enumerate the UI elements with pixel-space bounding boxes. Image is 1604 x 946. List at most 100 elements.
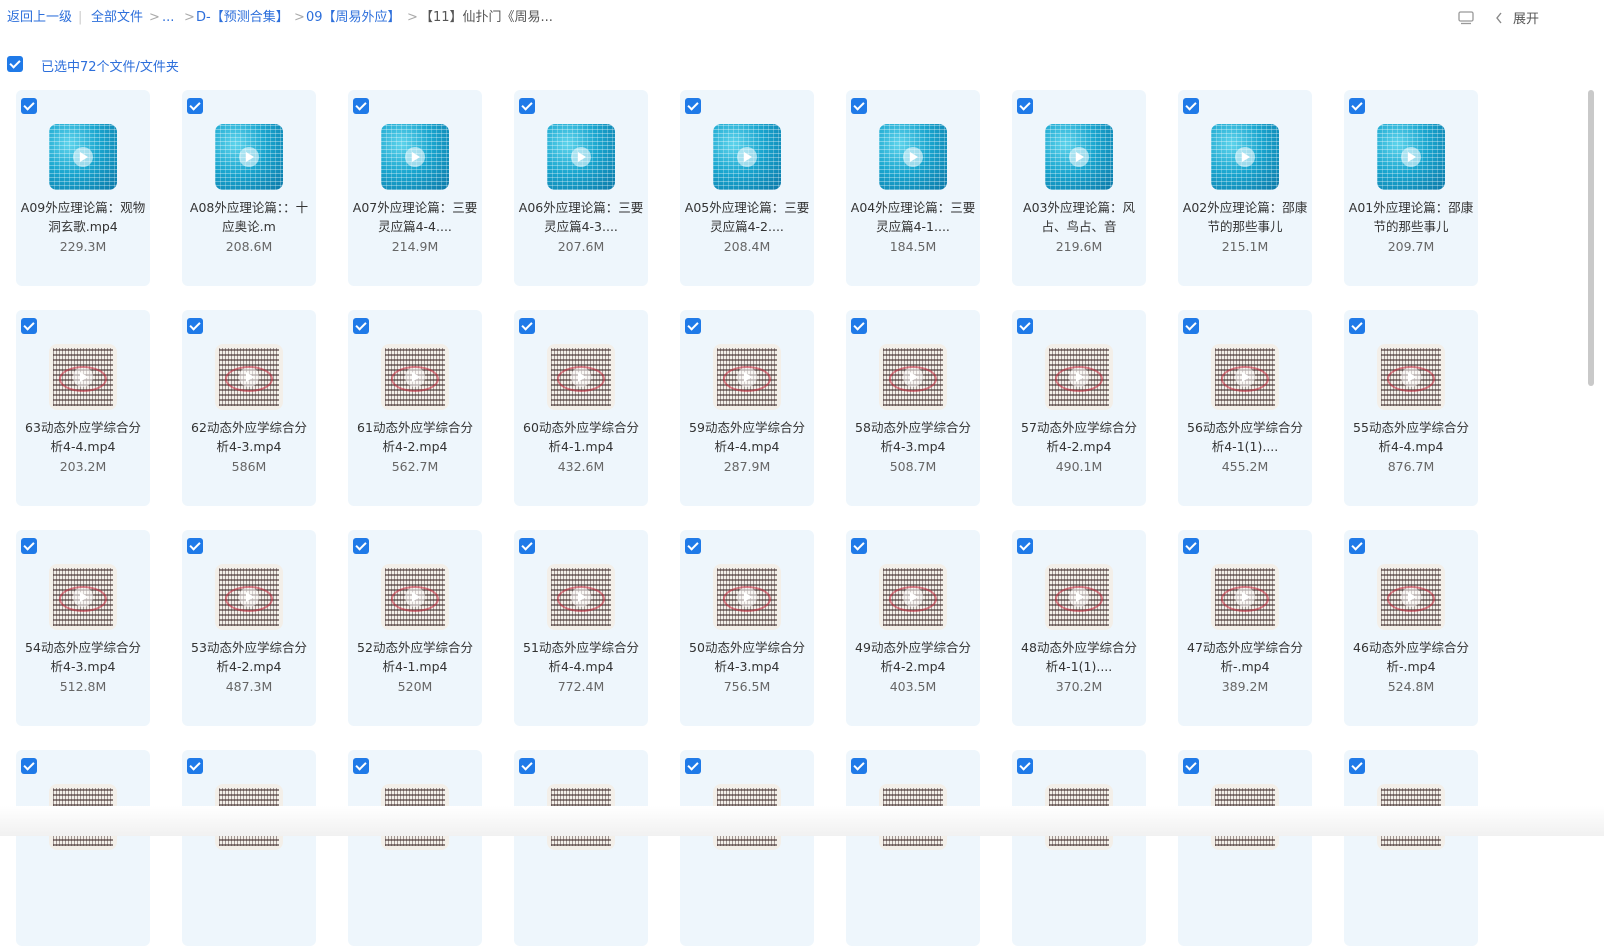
file-card[interactable]: [680, 750, 814, 946]
file-checkbox[interactable]: [1183, 318, 1199, 334]
file-card[interactable]: A01外应理论篇：邵康节的那些事儿 209.7M: [1344, 90, 1478, 286]
file-card[interactable]: [1178, 750, 1312, 946]
file-checkbox[interactable]: [21, 318, 37, 334]
file-card[interactable]: 60动态外应学综合分析4-1.mp4 432.6M: [514, 310, 648, 506]
file-card[interactable]: 49动态外应学综合分析4-2.mp4 403.5M: [846, 530, 980, 726]
file-checkbox[interactable]: [685, 758, 701, 774]
file-checkbox[interactable]: [353, 98, 369, 114]
file-card[interactable]: 46动态外应学综合分析-.mp4 524.8M: [1344, 530, 1478, 726]
file-checkbox[interactable]: [851, 98, 867, 114]
scrollbar[interactable]: [1588, 90, 1594, 386]
file-checkbox[interactable]: [519, 758, 535, 774]
file-card[interactable]: 59动态外应学综合分析4-4.mp4 287.9M: [680, 310, 814, 506]
file-checkbox[interactable]: [1017, 538, 1033, 554]
expand-button[interactable]: 展开: [1513, 8, 1539, 27]
file-checkbox[interactable]: [1183, 538, 1199, 554]
document-thumbnail: [381, 344, 449, 410]
file-card[interactable]: 53动态外应学综合分析4-2.mp4 487.3M: [182, 530, 316, 726]
file-size: 219.6M: [1055, 239, 1103, 254]
file-card[interactable]: A05外应理论篇：三要灵应篇4-2.... 208.4M: [680, 90, 814, 286]
select-all-checkbox[interactable]: [7, 56, 23, 72]
file-checkbox[interactable]: [519, 538, 535, 554]
breadcrumb-all-files[interactable]: 全部文件: [91, 10, 143, 26]
file-checkbox[interactable]: [851, 758, 867, 774]
list-view-icon[interactable]: [1458, 10, 1474, 25]
file-checkbox[interactable]: [519, 98, 535, 114]
file-name: A05外应理论篇：三要灵应篇4-2....: [684, 200, 810, 234]
document-thumbnail: [381, 564, 449, 630]
breadcrumb-folder-zhouyi[interactable]: 09【周易外应】: [306, 10, 401, 26]
file-checkbox[interactable]: [1349, 318, 1365, 334]
file-card[interactable]: A02外应理论篇：邵康节的那些事儿 215.1M: [1178, 90, 1312, 286]
file-checkbox[interactable]: [1349, 98, 1365, 114]
breadcrumb-folder-prediction[interactable]: D-【预测合集】: [196, 10, 289, 26]
file-card[interactable]: [182, 750, 316, 946]
document-thumbnail: [1377, 344, 1445, 410]
file-checkbox[interactable]: [21, 98, 37, 114]
file-card[interactable]: A04外应理论篇：三要灵应篇4-1.... 184.5M: [846, 90, 980, 286]
file-checkbox[interactable]: [1349, 538, 1365, 554]
file-checkbox[interactable]: [851, 538, 867, 554]
file-card[interactable]: 55动态外应学综合分析4-4.mp4 876.7M: [1344, 310, 1478, 506]
file-name: 53动态外应学综合分析4-2.mp4: [191, 640, 307, 674]
file-checkbox[interactable]: [187, 538, 203, 554]
file-card[interactable]: [514, 750, 648, 946]
file-card[interactable]: 52动态外应学综合分析4-1.mp4 520M: [348, 530, 482, 726]
file-size: 389.2M: [1221, 679, 1269, 694]
file-card[interactable]: 50动态外应学综合分析4-3.mp4 756.5M: [680, 530, 814, 726]
file-card[interactable]: 54动态外应学综合分析4-3.mp4 512.8M: [16, 530, 150, 726]
file-checkbox[interactable]: [187, 318, 203, 334]
file-card[interactable]: [16, 750, 150, 946]
file-checkbox[interactable]: [21, 538, 37, 554]
file-checkbox[interactable]: [353, 318, 369, 334]
file-checkbox[interactable]: [353, 538, 369, 554]
file-size: 756.5M: [723, 679, 771, 694]
file-name: [1182, 858, 1308, 896]
chevron-left-icon[interactable]: [1494, 10, 1504, 24]
file-checkbox[interactable]: [1017, 318, 1033, 334]
document-thumbnail: [879, 564, 947, 630]
file-card[interactable]: A06外应理论篇：三要灵应篇4-3.... 207.6M: [514, 90, 648, 286]
file-checkbox[interactable]: [1349, 758, 1365, 774]
file-card[interactable]: A08外应理论篇：：十应奥论.m 208.6M: [182, 90, 316, 286]
file-checkbox[interactable]: [685, 538, 701, 554]
file-checkbox[interactable]: [519, 318, 535, 334]
play-icon: [73, 587, 93, 607]
file-card[interactable]: [1344, 750, 1478, 946]
file-card[interactable]: [348, 750, 482, 946]
file-card[interactable]: 56动态外应学综合分析4-1(1).... 455.2M: [1178, 310, 1312, 506]
file-card[interactable]: 58动态外应学综合分析4-3.mp4 508.7M: [846, 310, 980, 506]
video-thumbnail: [1045, 124, 1113, 190]
back-link[interactable]: 返回上一级: [7, 10, 72, 26]
file-card[interactable]: 57动态外应学综合分析4-2.mp4 490.1M: [1012, 310, 1146, 506]
file-size: 215.1M: [1221, 239, 1269, 254]
file-card[interactable]: A07外应理论篇：三要灵应篇4-4.... 214.9M: [348, 90, 482, 286]
file-card[interactable]: 51动态外应学综合分析4-4.mp4 772.4M: [514, 530, 648, 726]
file-checkbox[interactable]: [1183, 758, 1199, 774]
file-checkbox[interactable]: [353, 758, 369, 774]
file-card[interactable]: 63动态外应学综合分析4-4.mp4 203.2M: [16, 310, 150, 506]
file-checkbox[interactable]: [1017, 98, 1033, 114]
file-size: 209.7M: [1387, 239, 1435, 254]
file-size: 520M: [397, 679, 433, 694]
file-checkbox[interactable]: [187, 98, 203, 114]
file-checkbox[interactable]: [1183, 98, 1199, 114]
file-card[interactable]: 61动态外应学综合分析4-2.mp4 562.7M: [348, 310, 482, 506]
file-card[interactable]: 48动态外应学综合分析4-1(1).... 370.2M: [1012, 530, 1146, 726]
file-card[interactable]: [846, 750, 980, 946]
file-name: [684, 858, 810, 896]
file-checkbox[interactable]: [187, 758, 203, 774]
file-checkbox[interactable]: [1017, 758, 1033, 774]
file-card[interactable]: A09外应理论篇：观物洞玄歌.mp4 229.3M: [16, 90, 150, 286]
file-checkbox[interactable]: [685, 318, 701, 334]
play-icon: [1069, 587, 1089, 607]
file-checkbox[interactable]: [685, 98, 701, 114]
file-card[interactable]: 47动态外应学综合分析-.mp4 389.2M: [1178, 530, 1312, 726]
file-card[interactable]: A03外应理论篇：风占、鸟占、音 219.6M: [1012, 90, 1146, 286]
breadcrumb-sep: >: [407, 10, 418, 25]
file-card[interactable]: [1012, 750, 1146, 946]
file-checkbox[interactable]: [851, 318, 867, 334]
file-checkbox[interactable]: [21, 758, 37, 774]
file-card[interactable]: 62动态外应学综合分析4-3.mp4 586M: [182, 310, 316, 506]
breadcrumb-ellipsis[interactable]: ...: [162, 10, 174, 26]
